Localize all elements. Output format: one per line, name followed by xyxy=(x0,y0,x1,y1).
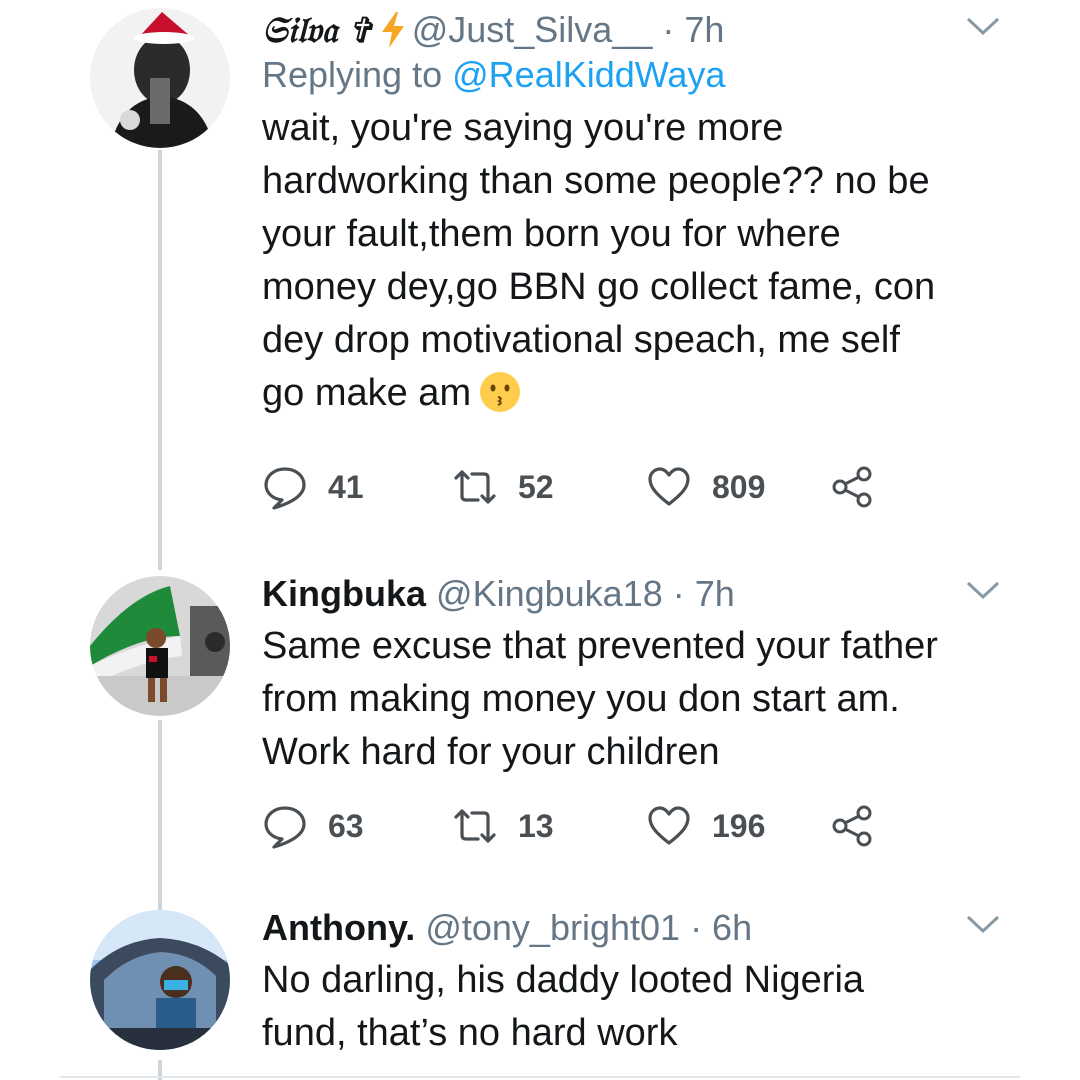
tweet-header: Kingbuka @Kingbuka18 · 7h xyxy=(262,572,1000,616)
avatar[interactable] xyxy=(90,576,230,716)
share-icon xyxy=(832,466,872,508)
share-icon xyxy=(832,805,872,847)
replying-to-label: Replying to xyxy=(262,54,443,95)
like-button[interactable]: 196 xyxy=(646,801,765,851)
reply-button[interactable]: 63 xyxy=(262,801,364,851)
share-button[interactable] xyxy=(830,462,876,512)
tweet[interactable]: 𝔖𝔦𝔩𝔳𝔞 ✞ @Just_Silva__ · 7h Replying to @R… xyxy=(0,0,1080,560)
like-button[interactable]: 809 xyxy=(646,462,765,512)
lightning-bolt-icon xyxy=(381,12,404,48)
replying-to-mention[interactable]: @RealKiddWaya xyxy=(452,54,725,95)
heart-icon xyxy=(648,806,690,845)
tweet-text-line: dey drop motivational speach, me self xyxy=(262,319,900,361)
chevron-down-icon[interactable] xyxy=(966,580,1000,600)
tweet-text: Same excuse that prevented your father f… xyxy=(262,620,1000,779)
tweet-text-line: fund, that’s no hard work xyxy=(262,1012,678,1054)
retweet-count: 13 xyxy=(518,807,554,844)
tweet-text-line: wait, you're saying you're more xyxy=(262,107,784,149)
reply-count: 41 xyxy=(328,468,364,505)
user-handle[interactable]: @tony_bright01 xyxy=(425,907,680,948)
tweet-text-line: Work hard for your children xyxy=(262,731,720,773)
display-name[interactable]: Kingbuka xyxy=(262,573,426,614)
share-button[interactable] xyxy=(830,801,876,851)
chevron-down-icon[interactable] xyxy=(966,914,1000,934)
replying-to: Replying to @RealKiddWaya xyxy=(262,52,1000,98)
retweet-icon xyxy=(454,809,496,843)
speech-bubble-icon xyxy=(264,806,306,849)
tweet-time[interactable]: · 6h xyxy=(690,907,752,948)
retweet-button[interactable]: 52 xyxy=(452,462,554,512)
tweet-text: No darling, his daddy looted Nigeria fun… xyxy=(262,954,1000,1060)
divider xyxy=(60,1076,1020,1078)
tweet-header: Anthony. @tony_bright01 · 6h xyxy=(262,906,1000,950)
chevron-down-icon[interactable] xyxy=(966,16,1000,36)
tweet-text-line: hardworking than some people?? no be xyxy=(262,160,930,202)
tweet-text: wait, you're saying you're more hardwork… xyxy=(262,102,1000,420)
tweet-text-line: go make am xyxy=(262,372,472,414)
speech-bubble-icon xyxy=(264,467,306,510)
like-count: 809 xyxy=(712,468,766,505)
retweet-count: 52 xyxy=(518,468,554,505)
user-handle[interactable]: @Kingbuka18 xyxy=(436,573,663,614)
tweet-text-line: Same excuse that prevented your father xyxy=(262,625,938,667)
reply-button[interactable]: 41 xyxy=(262,462,364,512)
heart-icon xyxy=(648,467,690,506)
tweet-header: 𝔖𝔦𝔩𝔳𝔞 ✞ @Just_Silva__ · 7h xyxy=(262,8,1000,52)
tweet-actions: 41 52 809 xyxy=(262,462,882,512)
tweet-text-line: from making money you don start am. xyxy=(262,678,900,720)
tweet[interactable]: Anthony. @tony_bright01 · 6h No darling,… xyxy=(0,904,1080,1074)
tweet-time[interactable]: · 7h xyxy=(673,573,735,614)
kissing-face-icon xyxy=(480,372,521,412)
tweet-text-line-with-emoji: go make am xyxy=(262,367,1000,420)
tweet-text-line: No darling, his daddy looted Nigeria xyxy=(262,959,865,1001)
avatar[interactable] xyxy=(90,8,230,148)
avatar[interactable] xyxy=(90,910,230,1050)
reply-count: 63 xyxy=(328,807,364,844)
tweet-text-line: your fault,them born you for where xyxy=(262,213,841,255)
user-handle[interactable]: @Just_Silva__ xyxy=(412,9,653,50)
avatar-image xyxy=(90,910,230,1050)
retweet-icon xyxy=(454,470,496,504)
like-count: 196 xyxy=(712,807,766,844)
retweet-button[interactable]: 13 xyxy=(452,801,554,851)
display-name[interactable]: Anthony. xyxy=(262,907,415,948)
tweet-actions: 63 13 196 xyxy=(262,801,882,851)
tweet-time[interactable]: · 7h xyxy=(662,9,724,50)
avatar-image xyxy=(90,576,230,716)
tweet[interactable]: Kingbuka @Kingbuka18 · 7h Same excuse th… xyxy=(0,568,1080,868)
avatar-image xyxy=(90,8,230,148)
display-name[interactable]: 𝔖𝔦𝔩𝔳𝔞 ✞ xyxy=(262,9,370,51)
tweet-text-line: money dey,go BBN go collect fame, con xyxy=(262,266,936,308)
